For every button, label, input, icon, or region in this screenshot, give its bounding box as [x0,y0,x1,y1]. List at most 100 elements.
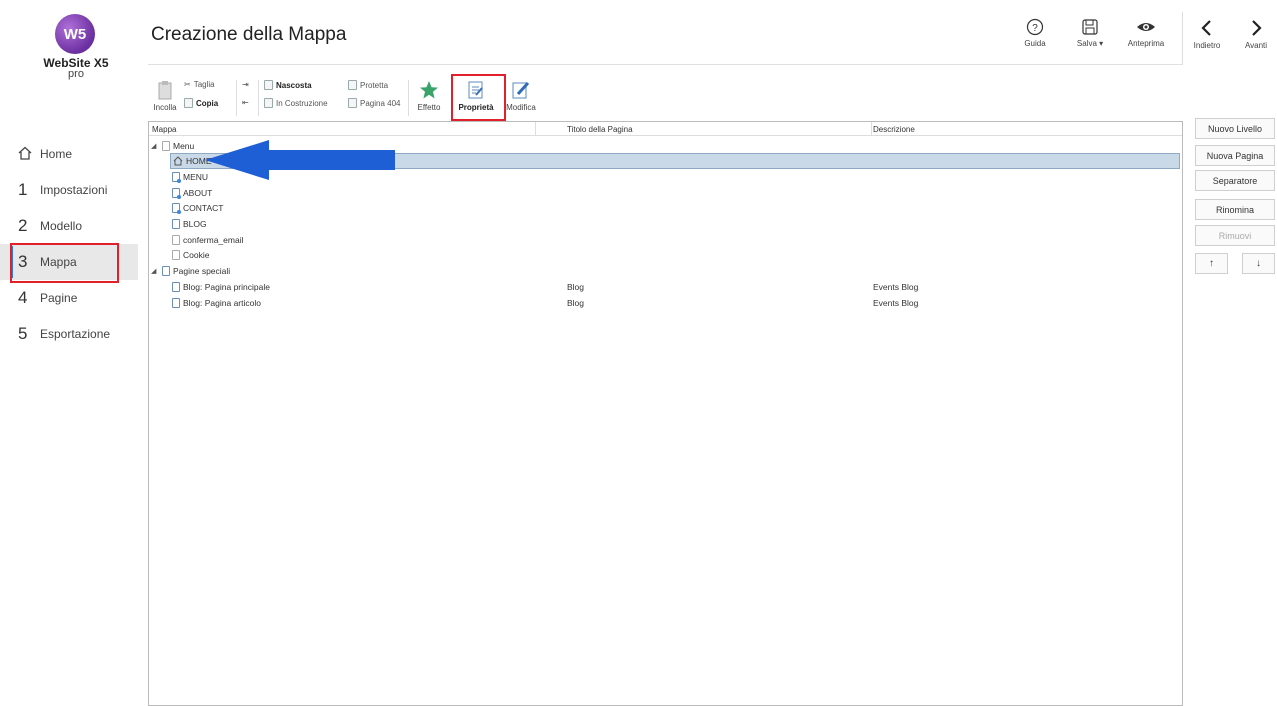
rinomina-button[interactable]: Rinomina [1195,199,1275,220]
guida-button[interactable]: ? Guida [1018,18,1052,48]
proprieta-label: Proprietà [458,103,494,112]
wizard-nav: Indietro Avanti [1182,12,1277,64]
tree-row-about[interactable]: ABOUT [149,185,1182,201]
col-divider[interactable] [535,122,536,136]
tree-row-conferma-email[interactable]: conferma_email [149,232,1182,248]
chevron-left-icon [1201,20,1211,36]
nav-label-impostazioni: Impostazioni [40,183,108,197]
home-icon [173,156,183,166]
salva-label: Salva ▾ [1076,39,1104,48]
col-divider[interactable] [871,122,872,136]
nuovo-livello-button[interactable]: Nuovo Livello [1195,118,1275,139]
app-brand: WebSite X5 pro [30,57,122,80]
nav-label-home: Home [40,147,73,161]
effetto-button[interactable]: Effetto [414,80,444,112]
nuova-pagina-button[interactable]: Nuova Pagina [1195,145,1275,166]
incolla-button[interactable]: Incolla [152,80,178,112]
move-down-button[interactable]: ↓ [1242,253,1275,274]
protetta-button[interactable]: Protetta [348,80,388,90]
nav-item-pagine[interactable]: 4 Pagine [0,280,138,316]
nav-label-esportazione: Esportazione [40,327,111,341]
outdent-button[interactable]: ⇤ [242,98,249,107]
effetto-label: Effetto [417,103,441,112]
sitemap-tree: Mappa Titolo della Pagina Descrizione ◢ M… [148,121,1183,706]
svg-text:?: ? [1032,23,1038,34]
chevron-right-icon [1252,20,1262,36]
annotation-arrow-icon [205,140,395,180]
protected-page-icon [348,80,357,90]
blog-page-icon [172,281,180,292]
indent-button[interactable]: ⇥ [242,80,249,89]
row-label: Pagine speciali [173,266,231,277]
expand-arrow-icon[interactable]: ◢ [151,142,159,150]
avanti-label: Avanti [1244,41,1268,50]
folder-icon [162,140,170,151]
page-icon [172,171,181,183]
tree-row-contact[interactable]: CONTACT [149,201,1182,217]
scissors-icon: ✂ [184,80,191,89]
nav-label-pagine: Pagine [40,291,78,305]
salva-button[interactable]: Salva ▾ [1070,18,1110,48]
guida-label: Guida [1024,39,1046,48]
page-title: Creazione della Mappa [151,24,347,45]
copia-button[interactable]: Copia [184,98,218,108]
row-label: BLOG [183,219,207,230]
modifica-label: Modifica [506,103,536,112]
nav-item-mappa[interactable]: 3 Mappa [0,244,138,280]
anteprima-button[interactable]: Anteprima [1122,18,1170,48]
nav-item-modello[interactable]: 2 Modello [0,208,138,244]
modifica-button[interactable]: Modifica [504,80,538,112]
row-label: conferma_email [183,234,244,245]
row-label: Blog: Pagina articolo [183,297,261,308]
blog-article-icon [172,297,180,308]
edit-icon [512,81,530,99]
expand-arrow-icon[interactable]: ◢ [151,267,159,275]
indietro-label: Indietro [1193,41,1221,50]
nav-item-esportazione[interactable]: 5 Esportazione [0,316,138,352]
ribbon-divider [408,80,409,116]
row-description: Events Blog [873,281,919,292]
help-icon: ? [1026,18,1044,36]
nascosta-button[interactable]: Nascosta [264,80,312,90]
row-label: ABOUT [183,187,213,198]
col-mappa[interactable]: Mappa [152,125,176,134]
tree-row-cookie[interactable]: Cookie [149,248,1182,264]
row-description: Events Blog [873,297,919,308]
hidden-page-icon [172,234,180,245]
proprieta-button[interactable]: Proprietà [455,80,497,112]
tree-row-pagine-speciali[interactable]: ◢ Pagine speciali [149,263,1182,279]
nav-item-home[interactable]: Home [0,136,138,172]
tree-row-blog[interactable]: BLOG [149,216,1182,232]
page-404-icon [348,98,357,108]
clipboard-icon [158,81,172,100]
page-properties-icon [468,81,483,99]
indietro-button[interactable]: Indietro [1191,18,1223,50]
row-title: Blog [567,281,585,292]
col-descrizione[interactable]: Descrizione [873,125,915,134]
taglia-button[interactable]: ✂ Taglia [184,80,215,89]
special-pages-icon [162,266,170,277]
outdent-icon: ⇤ [242,98,249,107]
in-costruzione-button[interactable]: In Costruzione [264,98,328,108]
move-up-button[interactable]: ↑ [1195,253,1228,274]
step-nav: Home 1 Impostazioni 2 Modello 3 Mappa 4 … [0,136,138,352]
nav-label-mappa: Mappa [40,255,77,269]
sidebar: W5 WebSite X5 pro Home 1 Impostazioni 2 … [0,0,138,706]
tree-row-blog-principale[interactable]: Blog: Pagina principale Blog Events Blog [149,279,1182,295]
row-title: Blog [567,297,585,308]
pagina-404-button[interactable]: Pagina 404 [348,98,400,108]
copy-icon [184,98,193,108]
col-titolo[interactable]: Titolo della Pagina [567,125,633,134]
active-indicator [10,246,13,278]
anteprima-label: Anteprima [1127,39,1165,48]
protetta-label: Protetta [360,80,389,90]
step-number: 4 [18,288,28,307]
tree-row-blog-articolo[interactable]: Blog: Pagina articolo Blog Events Blog [149,295,1182,311]
rimuovi-button[interactable]: Rimuovi [1195,225,1275,246]
hidden-page-icon [264,80,273,90]
nascosta-label: Nascosta [276,80,312,90]
nav-item-impostazioni[interactable]: 1 Impostazioni [0,172,138,208]
avanti-button[interactable]: Avanti [1239,18,1273,50]
separatore-button[interactable]: Separatore [1195,170,1275,191]
incolla-label: Incolla [153,103,177,112]
